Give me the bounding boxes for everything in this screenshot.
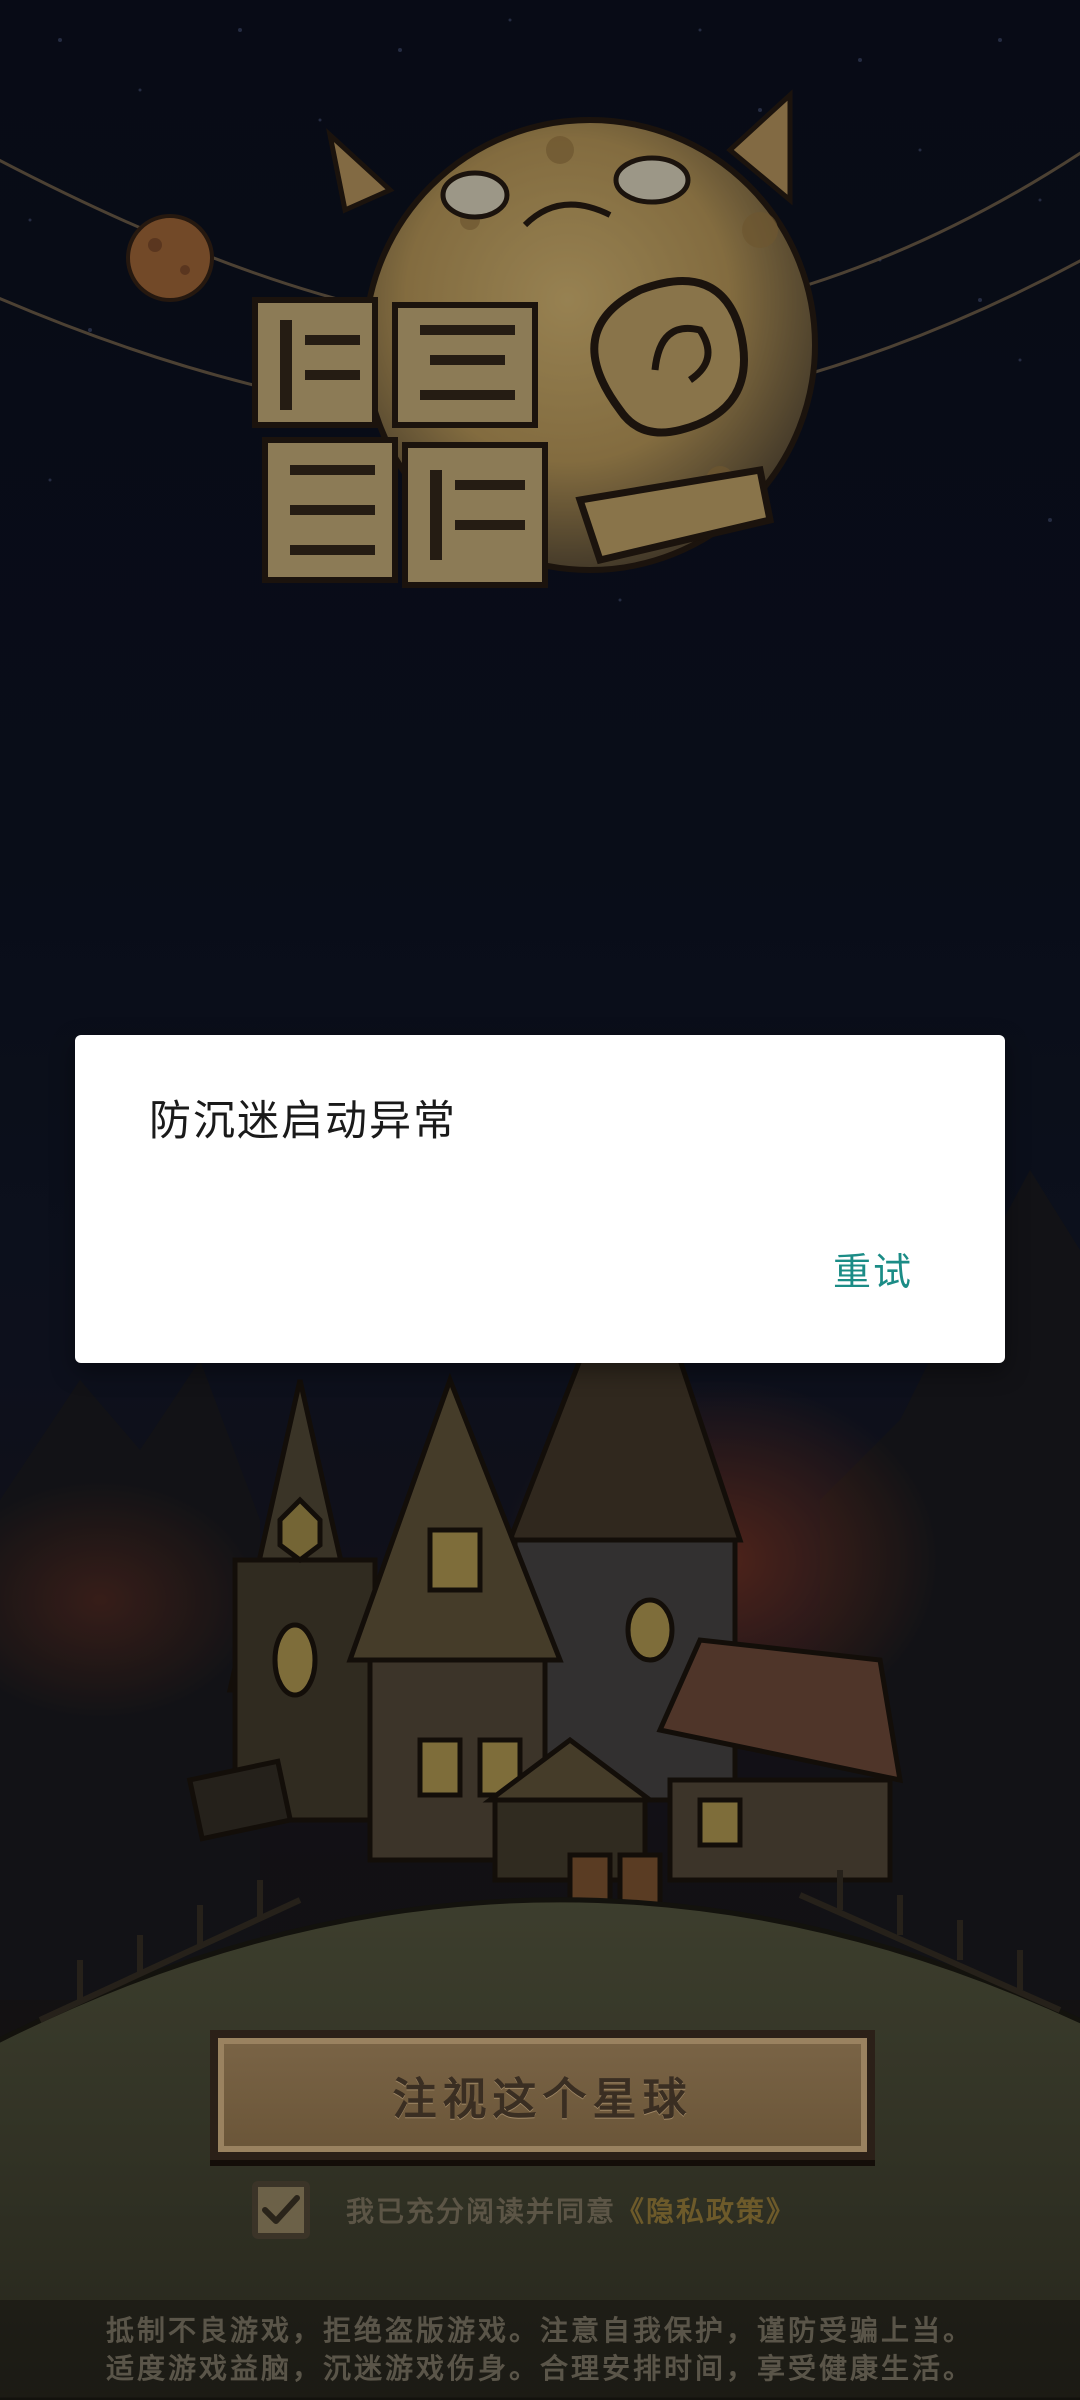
notice-line-1: 抵制不良游戏，拒绝盗版游戏。注意自我保护，谨防受骗上当。 xyxy=(105,2314,974,2347)
agreement-text: 我已充分阅读并同意 xyxy=(346,2195,617,2228)
anti-addiction-error-dialog: 防沉迷启动异常 重试 xyxy=(75,1035,1005,1363)
splash-screen: 注视这个星球 我已充分阅读并同意 《隐私政策》 抵制不良游戏，拒绝盗版游戏。注意… xyxy=(0,0,1080,2400)
agreement-checkbox[interactable] xyxy=(252,2181,310,2239)
checkmark-icon xyxy=(262,2195,300,2224)
retry-button[interactable]: 重试 xyxy=(833,1241,913,1296)
privacy-policy-link[interactable]: 《隐私政策》 xyxy=(616,2190,796,2230)
dialog-title: 防沉迷启动异常 xyxy=(149,1096,458,1145)
privacy-agreement-row: 我已充分阅读并同意 《隐私政策》 xyxy=(252,2178,796,2242)
start-game-button[interactable]: 注视这个星球 xyxy=(210,2030,875,2160)
start-game-button-label: 注视这个星球 xyxy=(392,2074,693,2125)
health-gaming-notice: 抵制不良游戏，拒绝盗版游戏。注意自我保护，谨防受骗上当。 适度游戏益脑，沉迷游戏… xyxy=(0,2300,1080,2400)
notice-line-2: 适度游戏益脑，沉迷游戏伤身。合理安排时间，享受健康生活。 xyxy=(105,2352,974,2385)
